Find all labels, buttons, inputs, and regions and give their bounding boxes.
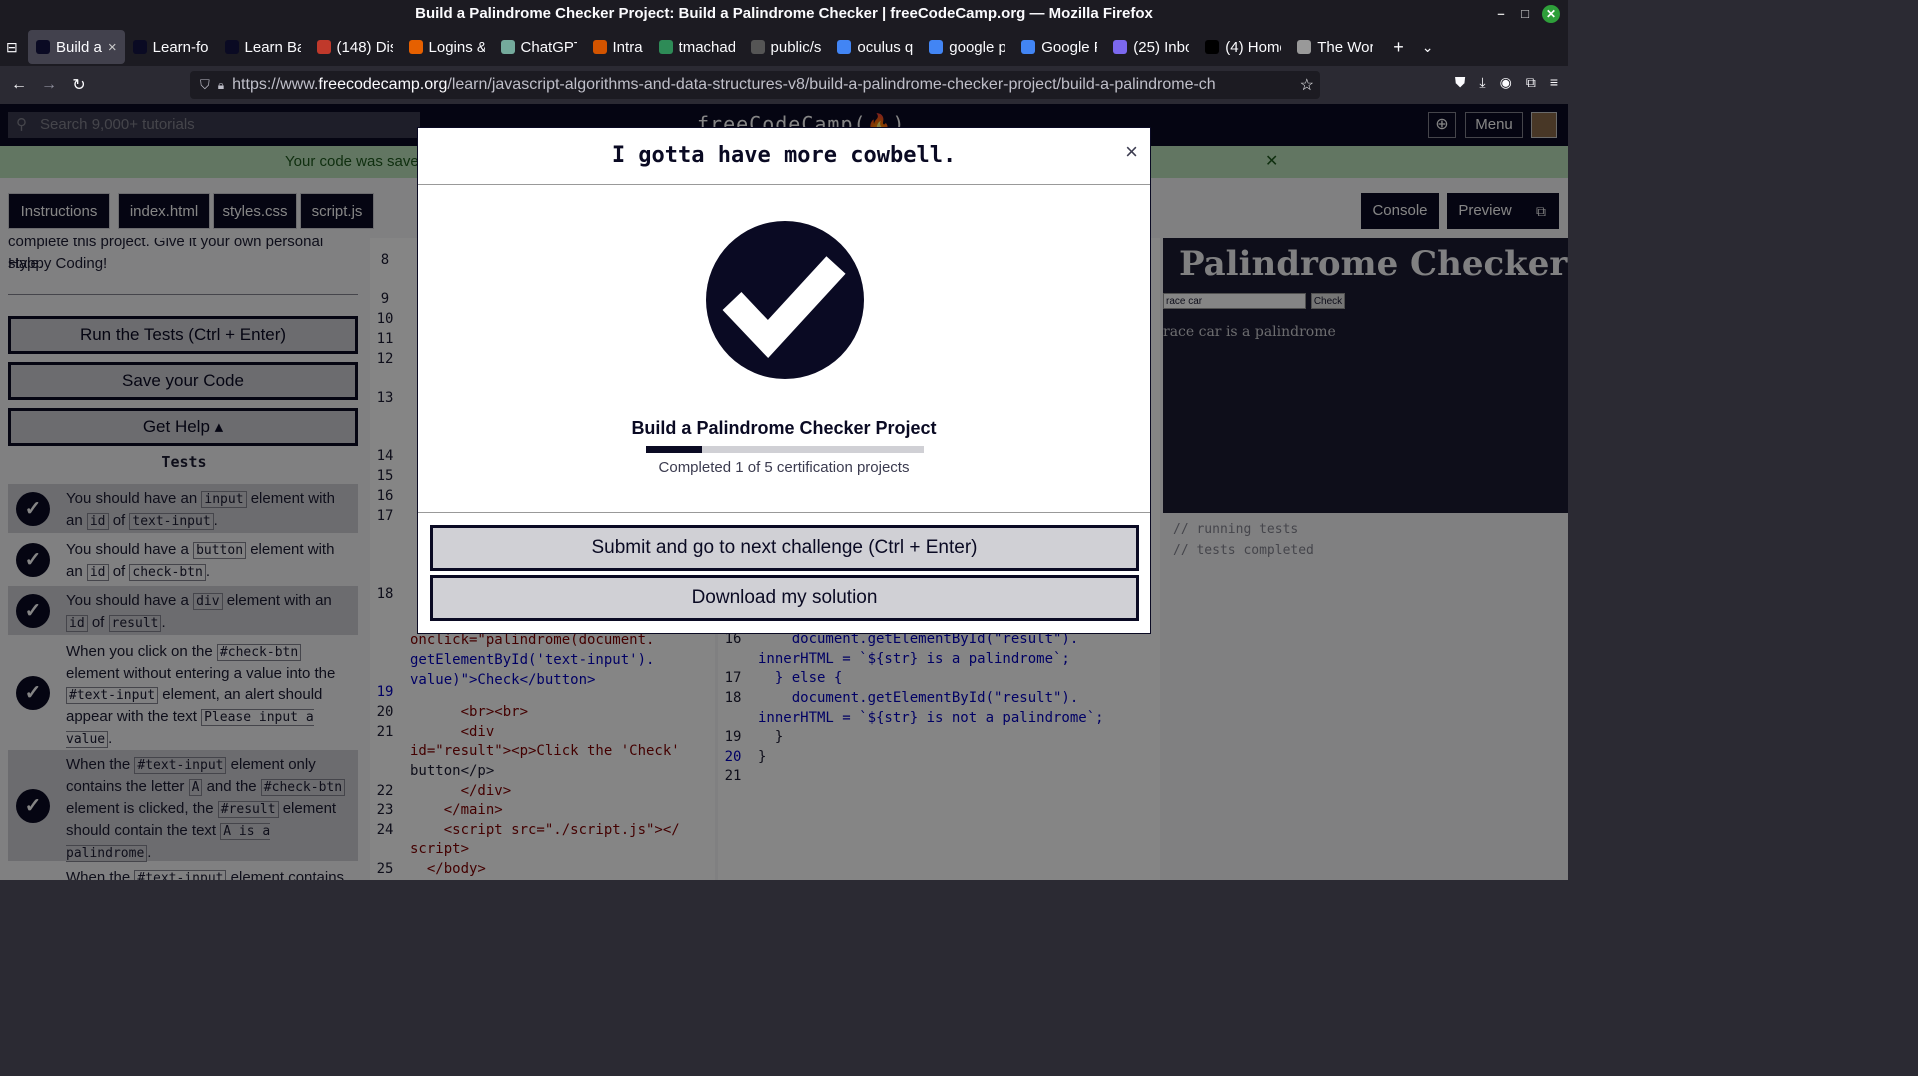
globe-icon bbox=[1297, 40, 1312, 54]
minimize-icon[interactable]: – bbox=[1494, 4, 1508, 24]
reload-icon[interactable]: ↻ bbox=[64, 75, 94, 95]
github-icon bbox=[750, 40, 765, 54]
modal-header: I gotta have more cowbell. × bbox=[418, 128, 1150, 185]
account-icon[interactable]: ◉ bbox=[1500, 74, 1512, 91]
new-tab-icon[interactable]: + bbox=[1393, 37, 1404, 58]
browser-tab[interactable]: The Wor bbox=[1289, 30, 1381, 64]
window-title: Build a Palindrome Checker Project: Buil… bbox=[415, 5, 1153, 22]
browser-tab-label: google p bbox=[949, 38, 1006, 56]
url-bar[interactable]: ⛉ 🔒︎ https://www. freecodecamp.org/learn/… bbox=[190, 71, 1320, 99]
browser-tab[interactable]: ChatGPT bbox=[493, 30, 585, 64]
hamburger-menu-icon[interactable]: ≡ bbox=[1550, 74, 1558, 91]
chatgpt-icon bbox=[500, 40, 515, 54]
lock-icon[interactable]: 🔒︎ bbox=[218, 78, 224, 93]
extensions-icon[interactable]: ⧉ bbox=[1526, 74, 1536, 91]
browser-tab-label: Logins & bbox=[428, 38, 485, 56]
browser-nav-bar: ← → ↻ ⛉ 🔒︎ https://www. freecodecamp.org /… bbox=[0, 66, 1568, 104]
progress-text: Completed 1 of 5 certification projects bbox=[658, 459, 910, 476]
browser-tab-label: oculus q bbox=[857, 38, 914, 56]
browser-tab-label: (4) Home bbox=[1225, 38, 1281, 56]
modal-footer: Submit and go to next challenge (Ctrl + … bbox=[418, 512, 1150, 621]
browser-tab[interactable]: tmachad bbox=[651, 30, 743, 64]
browser-tab-label: Build a bbox=[56, 38, 102, 56]
browser-tab[interactable]: Learn Ba bbox=[217, 30, 309, 64]
modal-title: I gotta have more cowbell. bbox=[611, 143, 957, 168]
browser-tab[interactable]: oculus q bbox=[829, 30, 921, 64]
close-window-icon[interactable]: ✕ bbox=[1542, 5, 1560, 23]
toolbar-icons: ⛊ ⤓ ◉ ⧉ ≡ bbox=[1455, 74, 1558, 91]
browser-tab-label: Learn-fo bbox=[152, 38, 209, 56]
google-icon bbox=[929, 40, 944, 54]
url-prefix: https://www. bbox=[232, 76, 319, 93]
pocket-icon[interactable]: ⛊ bbox=[1455, 74, 1466, 91]
shield-icon[interactable]: ⛉ bbox=[200, 77, 210, 93]
project-name: Build a Palindrome Checker Project bbox=[631, 418, 937, 438]
x-icon bbox=[1205, 40, 1220, 54]
code-icon bbox=[592, 40, 607, 54]
browser-tab-label: public/s bbox=[770, 38, 822, 56]
browser-tab-label: ChatGPT bbox=[520, 38, 577, 56]
progress-fill bbox=[646, 446, 702, 453]
back-icon[interactable]: ← bbox=[4, 76, 34, 94]
close-tab-icon[interactable]: × bbox=[108, 39, 117, 56]
url-host: freecodecamp.org bbox=[318, 76, 448, 93]
browser-tab[interactable]: (4) Home bbox=[1197, 30, 1289, 64]
browser-tab[interactable]: Logins & bbox=[401, 30, 493, 64]
browser-tab[interactable]: google p bbox=[921, 30, 1013, 64]
browser-tab-label: tmachad bbox=[678, 38, 735, 56]
window-controls: – □ ✕ bbox=[1494, 4, 1560, 24]
browser-tab-label: Intra bbox=[612, 38, 643, 56]
browser-tab[interactable]: public/s bbox=[743, 30, 830, 64]
modal-close-icon[interactable]: × bbox=[1125, 141, 1138, 163]
browser-tab-label: Learn Ba bbox=[244, 38, 301, 56]
url-path: /learn/javascript-algorithms-and-data-st… bbox=[447, 76, 1216, 93]
browser-tab[interactable]: Google F bbox=[1013, 30, 1105, 64]
maximize-icon[interactable]: □ bbox=[1518, 4, 1532, 24]
browser-tab-label: (148) Dis bbox=[336, 38, 393, 56]
browser-tab-label: The Wor bbox=[1317, 38, 1374, 56]
google-icon bbox=[1021, 40, 1036, 54]
bookmark-star-icon[interactable]: ☆ bbox=[1300, 75, 1314, 95]
window-title-bar: Build a Palindrome Checker Project: Buil… bbox=[0, 0, 1568, 28]
browser-tab[interactable]: (25) Inbo bbox=[1105, 30, 1197, 64]
progress-bar bbox=[646, 446, 924, 453]
completion-modal: I gotta have more cowbell. × Build a Pal… bbox=[417, 127, 1151, 634]
mail-icon bbox=[1113, 40, 1128, 54]
browser-tab-label: (25) Inbo bbox=[1133, 38, 1190, 56]
forward-icon[interactable]: → bbox=[34, 76, 64, 94]
bug-icon bbox=[658, 40, 673, 54]
browser-tab[interactable]: Learn-fo bbox=[125, 30, 217, 64]
tab-list-icon[interactable]: ⊟ bbox=[6, 39, 28, 56]
browser-tab-bar: ⊟ Build a × Learn-fo Learn Ba (148) Dis Login… bbox=[0, 28, 1568, 66]
browser-tab-label: Google F bbox=[1041, 38, 1098, 56]
success-check-icon bbox=[706, 221, 864, 379]
submit-next-button[interactable]: Submit and go to next challenge (Ctrl + … bbox=[430, 525, 1139, 571]
browser-tab[interactable]: Build a × bbox=[28, 30, 125, 64]
browser-tab[interactable]: Intra bbox=[585, 30, 651, 64]
firefox-icon bbox=[408, 40, 423, 54]
list-all-tabs-icon[interactable]: ⌄ bbox=[1422, 39, 1434, 56]
fcc-icon bbox=[224, 40, 239, 54]
download-solution-button[interactable]: Download my solution bbox=[430, 575, 1139, 621]
google-icon bbox=[837, 40, 852, 54]
badge-icon bbox=[316, 40, 331, 54]
browser-tab[interactable]: (148) Dis bbox=[309, 30, 401, 64]
fcc-icon bbox=[132, 40, 147, 54]
download-icon[interactable]: ⤓ bbox=[1479, 74, 1485, 91]
fcc-icon bbox=[36, 40, 50, 54]
